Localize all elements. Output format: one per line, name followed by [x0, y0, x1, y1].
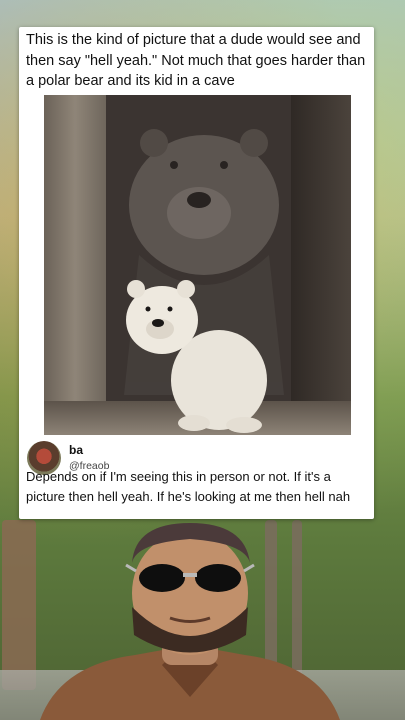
- reply-text: Depends on if I'm seeing this in person …: [26, 469, 351, 504]
- reply-user-name[interactable]: ba: [69, 443, 83, 457]
- polar-bears-illustration: [124, 129, 284, 433]
- post-text: This is the kind of picture that a dude …: [26, 32, 366, 89]
- presenter-person: [40, 523, 340, 720]
- post-card: This is the kind of picture that a dude …: [19, 27, 374, 519]
- background-tree-trunk: [2, 520, 36, 690]
- polar-bear-photo[interactable]: [44, 95, 351, 435]
